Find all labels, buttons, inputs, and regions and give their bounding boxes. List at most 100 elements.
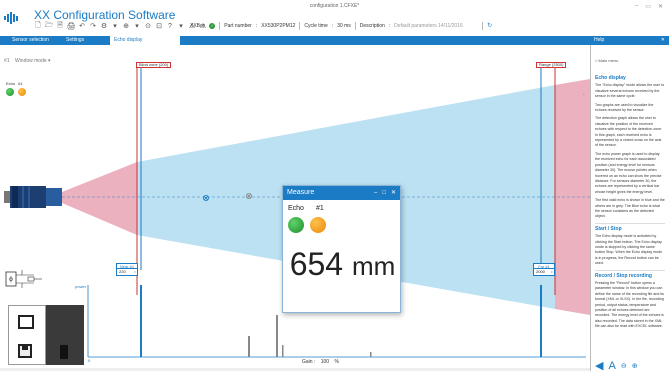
measure-maximize-icon[interactable]: □ <box>382 186 386 200</box>
home-icon: ⌂ <box>595 58 598 63</box>
gain-readout: Gain : 100 % <box>302 359 339 365</box>
help-home-link[interactable]: ⌂ Main menu <box>595 58 618 63</box>
help-paragraph: Pressing the "Record" button opens a par… <box>595 281 664 329</box>
help-dropdown-icon[interactable]: ▾ <box>177 22 185 30</box>
far-value[interactable]: 2000 <box>536 269 545 274</box>
sensor-ridge <box>12 186 18 208</box>
gain-label: Gain : <box>302 359 316 365</box>
separator <box>354 21 356 30</box>
divider <box>595 222 665 224</box>
zoom-in-icon[interactable]: ⊕ <box>632 362 638 370</box>
sensor-ridge <box>22 186 24 208</box>
door-icon[interactable] <box>60 345 68 359</box>
echo-power-bar <box>370 352 372 357</box>
connected-icon: ✓ <box>209 22 216 29</box>
measured-value: 654 <box>289 246 344 282</box>
target-icon[interactable]: ⊙ <box>144 22 152 30</box>
echo-number: #1 <box>18 81 23 86</box>
save-file-icon[interactable]: 🗎 <box>56 22 64 30</box>
part-number: XX530P2PM12 <box>261 22 296 29</box>
help-content: Echo display The "Echo display" mode all… <box>595 73 665 333</box>
help-paragraph: The first valid echo is shown in blue an… <box>595 198 665 219</box>
help-title: Help <box>594 37 605 43</box>
spinner-icon[interactable]: ⇕ <box>550 269 553 275</box>
measure-echo-label: Echo <box>288 205 304 212</box>
edit-icon[interactable]: ↻ <box>487 22 492 29</box>
measured-unit: mm <box>351 251 396 281</box>
zoom-out-icon[interactable]: ⊖ <box>621 362 627 370</box>
measure-leds <box>288 217 326 233</box>
help-paragraph: Two graphs are used to visualize the ech… <box>595 102 654 113</box>
wiring-diagram-icon: ϕ <box>4 266 44 292</box>
help-close-icon[interactable]: ✕ <box>661 36 665 45</box>
power-bar-far <box>540 285 542 357</box>
power-axis-label: power <box>75 284 86 289</box>
echo-power-bar <box>276 315 278 357</box>
connect-icon[interactable]: ⊕ <box>122 22 130 30</box>
measure-minimize-icon[interactable]: – <box>374 186 377 200</box>
help-icon[interactable]: ? <box>166 22 174 30</box>
description-label: Description <box>359 22 385 29</box>
far-position-field[interactable]: Far #1 2000 ⇕ <box>533 263 555 276</box>
stop-square-icon[interactable] <box>18 315 34 329</box>
window-mode-select[interactable]: #1 Window mode ▾ <box>4 58 51 64</box>
output-green-led-icon <box>6 88 14 96</box>
help-paragraph: The Echo display mode is activated by cl… <box>595 234 663 266</box>
undo-icon[interactable]: ↶ <box>78 22 86 30</box>
window-icon[interactable]: ⊡ <box>155 22 163 30</box>
measure-controls: – □ ✕ <box>374 186 396 200</box>
measure-close-icon[interactable]: ✕ <box>391 186 396 200</box>
window-mode-label: Window mode <box>14 58 47 64</box>
connect-dropdown-icon[interactable]: ▾ <box>133 22 141 30</box>
toolbar: 🗋 🗁 🗎 🖨 ↶ ↷ ⚙ ▾ ⊕ ▾ ⊙ ⊡ ? ▾ ⚠ ⚠ <box>34 21 207 31</box>
spinner-icon[interactable]: ⇕ <box>133 269 136 275</box>
help-panel-header: Help ✕ <box>590 36 669 45</box>
power-bar-near <box>140 285 142 357</box>
separator <box>299 21 301 30</box>
new-file-icon[interactable]: 🗋 <box>34 22 42 30</box>
near-value[interactable]: 220 <box>119 269 126 274</box>
device-buttons <box>8 305 46 365</box>
help-nav: ◀ A ⊖ ⊕ <box>595 359 638 371</box>
svg-text:ϕ: ϕ <box>9 276 13 283</box>
blind-zone <box>62 162 137 235</box>
power-zero-label: 0 <box>88 358 91 363</box>
window-controls: – ▭ ✕ <box>635 3 663 10</box>
tab-settings[interactable]: Settings <box>62 36 88 45</box>
separator <box>219 21 221 30</box>
status-line: XXBox ✓ Part number: XX530P2PM12 Cycle t… <box>190 21 493 30</box>
help-section-title: Record / Stop recording <box>595 272 652 279</box>
maximize-icon[interactable]: ▭ <box>645 3 651 10</box>
app-title: XX Configuration Software <box>34 8 176 22</box>
font-size-icon[interactable]: A <box>608 360 615 371</box>
help-paragraph: The "Echo display" mode allows the user … <box>595 83 665 99</box>
separator <box>482 21 484 30</box>
close-icon[interactable]: ✕ <box>658 3 663 10</box>
print-icon[interactable]: 🖨 <box>67 22 76 30</box>
measured-distance: 654 mm <box>283 246 402 283</box>
redo-icon[interactable]: ↷ <box>89 22 97 30</box>
gain-unit: % <box>334 359 339 365</box>
scroll-handle-icon[interactable]: ‹ <box>583 92 588 98</box>
minimize-icon[interactable]: – <box>635 3 638 10</box>
open-file-icon[interactable]: 🗁 <box>45 22 54 30</box>
title-bar: configuration 1.CFXE* – ▭ ✕ XX Configura… <box>0 0 669 36</box>
settings-icon[interactable]: ⚙ <box>100 22 108 30</box>
description-field[interactable]: Default parameters 14/11/2016 <box>394 23 478 29</box>
settings-dropdown-icon[interactable]: ▾ <box>111 22 119 30</box>
near-position-field[interactable]: Near #1 220 ⇕ <box>116 263 138 276</box>
measure-dialog: Measure – □ ✕ Echo #1 654 mm <box>282 185 401 313</box>
help-section-title: Start / Stop <box>595 225 622 232</box>
back-icon[interactable]: ◀ <box>595 359 603 371</box>
save-icon[interactable] <box>18 344 32 358</box>
echo-power-bar <box>282 345 284 357</box>
help-panel: ⌂ Main menu Echo display The "Echo displ… <box>590 45 669 371</box>
tab-sensor-selection[interactable]: Sensor selection <box>8 36 53 45</box>
sensor-ridge <box>28 186 30 208</box>
cycle-time-label: Cycle time <box>304 22 328 29</box>
app-logo-icon <box>4 11 22 25</box>
echo-display-area: #1 Window mode ▾ Echo #1 Blind zone (200… <box>0 45 590 371</box>
measure-header[interactable]: Measure – □ ✕ <box>283 186 400 200</box>
tab-echo-display[interactable]: Echo display <box>110 36 180 45</box>
chevron-down-icon: ▾ <box>48 58 51 64</box>
